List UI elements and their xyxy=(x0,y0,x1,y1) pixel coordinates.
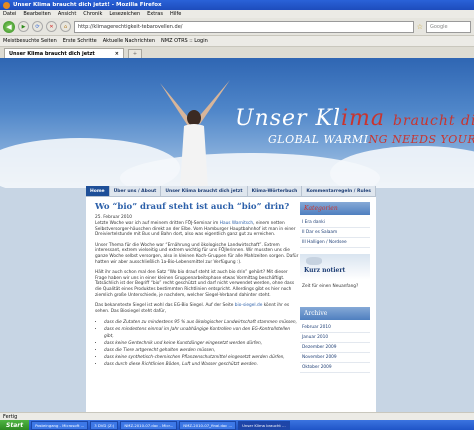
archive-heading: Archive xyxy=(300,307,370,320)
nav-woerterbuch[interactable]: Klima-Wörterbuch xyxy=(248,186,303,196)
list-item: dass keine synthetisch-chemischen Pflanz… xyxy=(104,354,300,361)
archive-link[interactable]: Februar 2010 xyxy=(300,323,370,333)
archive-link[interactable]: Januar 2010 xyxy=(300,333,370,343)
site-nav: Home Über uns / About Unser Klima brauch… xyxy=(86,186,376,197)
search-input[interactable]: Google xyxy=(426,20,471,33)
list-item: dass keine Gentechnik und keine Kunstdün… xyxy=(104,340,300,347)
firefox-icon xyxy=(3,1,10,9)
back-button[interactable]: ◀ xyxy=(3,20,15,33)
post: Wo “bio” drauf steht ist auch “bio” drin… xyxy=(95,202,300,368)
forward-button[interactable]: ▶ xyxy=(18,21,29,32)
tab-close-icon[interactable]: × xyxy=(115,51,119,57)
start-button[interactable]: Start xyxy=(0,420,30,430)
nav-klima[interactable]: Unser Klima braucht dich jetzt xyxy=(161,186,248,196)
navigation-toolbar: ◀ ▶ ⟳ ✕ ⌂ http://klimagerechtigkeit-teba… xyxy=(0,18,474,36)
menu-view[interactable]: Ansicht xyxy=(58,11,76,17)
nav-home[interactable]: Home xyxy=(86,186,110,196)
bookmarks-toolbar: Meistbesuchte Seiten Erste Schritte Aktu… xyxy=(0,36,474,47)
post-paragraph: Hält ihr auch schon mal den Satz “Wo bio… xyxy=(95,270,295,298)
nav-rules[interactable]: Kommentarregeln / Rules xyxy=(302,186,376,196)
post-paragraph: Unser Thema für die Woche war “Ernährung… xyxy=(95,242,299,265)
page-viewport[interactable]: Unser Klima braucht dich jetzt! GLOBAL W… xyxy=(0,58,474,412)
cloud-decoration xyxy=(330,146,474,188)
category-link[interactable]: III Halligen / Nordsee xyxy=(300,238,370,248)
list-item: dass die Zutaten zu mindestens 95 % aus … xyxy=(104,319,300,326)
menu-history[interactable]: Chronik xyxy=(83,11,102,17)
window-title: Unser Klima braucht dich jetzt! - Mozill… xyxy=(13,2,162,8)
list-item: dass die Tiere artgerecht gehalten werde… xyxy=(104,347,300,354)
menu-file[interactable]: Datei xyxy=(3,11,16,17)
taskbar-item-active[interactable]: Unser Klima braucht ... xyxy=(238,420,290,430)
archive-link[interactable]: Oktober 2009 xyxy=(300,363,370,373)
bookmark-most-visited[interactable]: Meistbesuchte Seiten xyxy=(3,38,57,44)
menu-edit[interactable]: Bearbeiten xyxy=(23,11,50,17)
window-titlebar: Unser Klima braucht dich jetzt! - Mozill… xyxy=(0,0,474,10)
site-header: Unser Klima braucht dich jetzt! GLOBAL W… xyxy=(0,58,474,188)
bookmark-nmz-otrs[interactable]: NMZ OTRS :: Login xyxy=(161,38,208,44)
category-link[interactable]: II Dar es Salaam xyxy=(300,228,370,238)
haus-warnitsch-link[interactable]: Haus Warnitsch xyxy=(220,221,253,226)
menu-bookmarks[interactable]: Lesezeichen xyxy=(109,11,140,17)
home-button[interactable]: ⌂ xyxy=(60,21,71,32)
list-item: dass durch diese Richtlinien Böden, Luft… xyxy=(104,361,300,368)
archive-link[interactable]: November 2009 xyxy=(300,353,370,363)
menu-help[interactable]: Hilfe xyxy=(170,11,181,17)
url-bar[interactable]: http://klimagerechtigkeit-tebarovellen.d… xyxy=(74,20,414,33)
bookmark-star-icon[interactable]: ☆ xyxy=(417,23,423,31)
windows-taskbar: Start Posteingang - Microsoft ... 3 DVD … xyxy=(0,420,474,430)
nav-about[interactable]: Über uns / About xyxy=(110,186,162,196)
menu-tools[interactable]: Extras xyxy=(147,11,163,17)
category-link[interactable]: I Era danki xyxy=(300,218,370,228)
new-tab-button[interactable]: + xyxy=(128,49,142,58)
header-title: Unser Klima braucht dich jetzt! xyxy=(235,106,474,131)
tab-label: Unser Klima braucht dich jetzt xyxy=(9,50,95,57)
bio-criteria-list: dass die Zutaten zu mindestens 95 % aus … xyxy=(95,319,300,368)
menu-bar: Datei Bearbeiten Ansicht Chronik Lesezei… xyxy=(0,10,474,18)
taskbar-item[interactable]: NMZ-2010-07.doc - Micr... xyxy=(120,420,178,430)
reload-button[interactable]: ⟳ xyxy=(32,21,43,32)
url-text: http://klimagerechtigkeit-tebarovellen.d… xyxy=(78,23,183,30)
person-arms-raised-image xyxy=(160,80,230,188)
taskbar-item[interactable]: 3 DVD (Z:) xyxy=(90,420,119,430)
list-item: dass es mindestens einmal im Jahr unabhä… xyxy=(104,326,300,340)
airplane-icon xyxy=(306,257,322,265)
archive-link[interactable]: Dezember 2009 xyxy=(300,343,370,353)
bookmark-getting-started[interactable]: Erste Schritte xyxy=(63,38,97,44)
post-paragraph: Das bekannteste Siegel ist wohl das EG-B… xyxy=(95,303,290,314)
header-subtitle: GLOBAL WARMING NEEDS YOUR ACTION! xyxy=(268,133,474,146)
bookmark-latest-headlines[interactable]: Aktuelle Nachrichten xyxy=(103,38,155,44)
taskbar-item[interactable]: NMZ-2010-07_final.doc ... xyxy=(179,420,237,430)
kurz-notiert-title: Kurz notiert xyxy=(304,267,346,274)
sidebar: Kategorien I Era danki II Dar es Salaam … xyxy=(300,202,370,373)
bio-siegel-link[interactable]: bio-siegel.de xyxy=(235,303,263,308)
kurz-notiert-link[interactable]: Zeit für einen Neuanfang? xyxy=(300,284,370,289)
post-title[interactable]: Wo “bio” drauf steht ist auch “bio” drin… xyxy=(95,202,300,212)
stop-button[interactable]: ✕ xyxy=(46,21,57,32)
search-placeholder: Google xyxy=(430,23,448,30)
post-date: 25. Februar 2010 xyxy=(95,215,132,220)
tab-active[interactable]: Unser Klima braucht dich jetzt × xyxy=(4,48,124,58)
taskbar-item[interactable]: Posteingang - Microsoft ... xyxy=(31,420,89,430)
post-paragraph: Letzte Woche war ich auf meinem dritten … xyxy=(95,221,296,238)
categories-heading: Kategorien xyxy=(300,202,370,215)
kurz-notiert-banner: Kurz notiert xyxy=(300,254,370,280)
